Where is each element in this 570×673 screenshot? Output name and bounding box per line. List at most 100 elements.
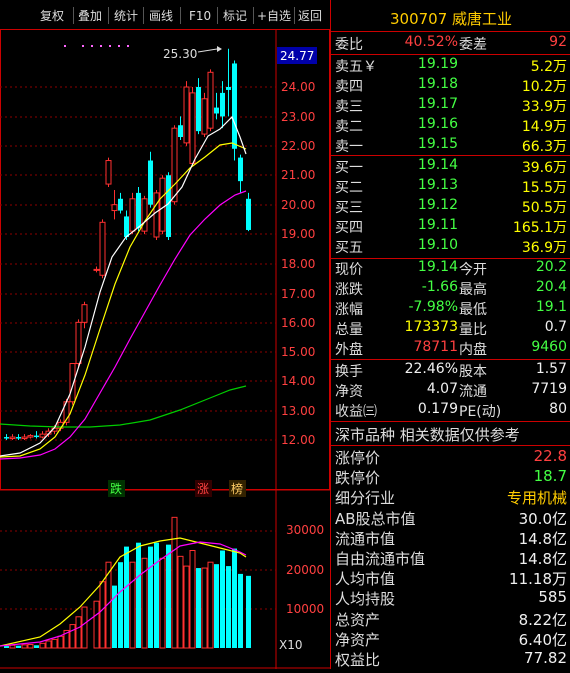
- quote-stat-row: 现价 19.14 今开 20.2: [331, 259, 570, 279]
- price-tick: 19.00: [281, 227, 315, 241]
- detail-value: 30.0亿: [518, 509, 567, 528]
- mark-button[interactable]: 标记: [223, 7, 247, 25]
- volume-bar: [196, 568, 201, 648]
- price-tick: 15.00: [281, 345, 315, 359]
- stock-code-name[interactable]: 300707 威唐工业: [331, 8, 570, 29]
- finance-value: 1.57: [535, 361, 567, 377]
- volume-bar: [69, 624, 76, 649]
- draw-line-button[interactable]: 画线: [149, 7, 173, 25]
- detail-row: 人均持股 585: [331, 588, 570, 608]
- detail-row: 人均市值 11.18万: [331, 568, 570, 588]
- finance-value: 22.46%: [404, 361, 458, 377]
- sell-price: 19.19: [417, 56, 458, 72]
- volume-bar: [45, 640, 52, 649]
- sell-level-row[interactable]: 卖四 19.18 10.2万: [331, 76, 570, 96]
- sell-volume: 14.9万: [521, 119, 567, 135]
- volume-bar: [93, 600, 100, 649]
- volume-bar: [124, 546, 129, 648]
- event-dots: [64, 45, 129, 47]
- candle-body: [16, 437, 21, 439]
- overlay-button[interactable]: 叠加: [78, 7, 102, 25]
- sell-level-row[interactable]: 卖二 19.16 14.9万: [331, 116, 570, 136]
- detail-row: 净资产 6.40亿: [331, 629, 570, 649]
- buy-level-row[interactable]: 买五 19.10 36.9万: [331, 237, 570, 257]
- price-tick: 20.00: [281, 198, 315, 212]
- kline-svg: 24.77 24.00 23.00 22.00 21.00 20.00 19.0…: [0, 29, 330, 669]
- sell-price: 19.17: [417, 96, 458, 112]
- finance-row: 收益㈢ 0.179 PE(动) 80: [331, 401, 570, 421]
- buy-level-row[interactable]: 买二 19.13 15.5万: [331, 177, 570, 197]
- detail-row: 总资产 8.22亿: [331, 609, 570, 629]
- candle-body: [220, 92, 225, 117]
- sell-level-row[interactable]: 卖一 19.15 66.3万: [331, 136, 570, 156]
- finance-value: 80: [549, 401, 567, 417]
- sell-level-label: 卖一: [335, 139, 363, 155]
- finance-label: 股本: [459, 364, 487, 380]
- buy-level-label: 买二: [335, 180, 363, 196]
- buy-price: 19.14: [417, 157, 458, 173]
- detail-value: 14.8亿: [518, 529, 567, 548]
- stat-value: -7.98%: [408, 299, 458, 315]
- candle-body: [27, 435, 34, 438]
- candle-body: [178, 125, 183, 138]
- add-favorite-button[interactable]: +自选: [257, 7, 291, 25]
- buy-price: 19.13: [417, 177, 458, 193]
- volume-bar: [154, 542, 159, 648]
- detail-label: AB股总市值: [335, 509, 416, 528]
- candle-body: [183, 86, 190, 144]
- detail-value: 6.40亿: [518, 630, 567, 649]
- statistics-button[interactable]: 统计: [114, 7, 138, 25]
- detail-row: 权益比 77.82: [331, 649, 570, 669]
- sell-level-row[interactable]: 卖三 19.17 33.9万: [331, 96, 570, 116]
- price-tick: 24.00: [281, 80, 315, 94]
- detail-value: 585: [538, 588, 567, 607]
- stat-label: 最高: [459, 282, 487, 298]
- quote-stat-row: 外盘 78711 内盘 9460: [331, 339, 570, 359]
- candle-body: [93, 268, 100, 271]
- stat-label: 涨跌: [335, 282, 363, 298]
- detail-label: 人均持股: [335, 590, 396, 609]
- stat-label: 量比: [459, 322, 487, 338]
- section-title: 深市品种 相关数据仅供参考: [335, 426, 520, 444]
- candle-body: [201, 98, 208, 135]
- high-price-label: 25.30: [163, 47, 197, 61]
- stat-label: 总量: [335, 322, 363, 338]
- buy-price: 19.11: [417, 217, 458, 233]
- stat-label: 涨幅: [335, 302, 363, 318]
- buy-level-row[interactable]: 买四 19.11 165.1万: [331, 217, 570, 237]
- finance-value: 4.07: [426, 381, 458, 397]
- back-button[interactable]: 返回: [298, 7, 322, 25]
- sell-price: 19.18: [417, 76, 458, 92]
- f10-button[interactable]: F10: [189, 7, 211, 25]
- volume-bar: [183, 565, 190, 649]
- volume-bar: [9, 644, 16, 649]
- candle-body: [9, 436, 16, 440]
- sell-level-row[interactable]: 卖五￥ 19.19 5.2万: [331, 56, 570, 76]
- detail-value: 8.22亿: [518, 610, 567, 629]
- restore-rights-button[interactable]: 复权: [40, 7, 64, 25]
- ranking-marker: 榜: [231, 481, 243, 496]
- sell-level-label: 卖三: [335, 99, 363, 115]
- kline-chart[interactable]: 24.77 24.00 23.00 22.00 21.00 20.00 19.0…: [0, 29, 330, 669]
- price-tick: 18.00: [281, 257, 315, 271]
- buy-level-row[interactable]: 买三 19.12 50.5万: [331, 197, 570, 217]
- detail-row: AB股总市值 30.0亿: [331, 508, 570, 528]
- candle-body: [141, 198, 148, 232]
- buy-level-label: 买四: [335, 220, 363, 236]
- volume-bar: [118, 562, 123, 648]
- stat-label: 最低: [459, 302, 487, 318]
- detail-value: 11.18万: [509, 570, 567, 589]
- volume-bar: [177, 555, 184, 649]
- price-tick: 17.00: [281, 287, 315, 301]
- sell-level-label: 卖五￥: [335, 59, 377, 75]
- buy-level-row[interactable]: 买一 19.14 39.6万: [331, 157, 570, 177]
- stat-value: 20.2: [535, 259, 567, 275]
- stat-label: 现价: [335, 262, 363, 278]
- volume-bar: [148, 546, 153, 648]
- candle-body: [34, 435, 39, 438]
- sell-level-label: 卖二: [335, 119, 363, 135]
- finance-label: 净资: [335, 384, 363, 400]
- detail-label: 权益比: [335, 651, 381, 669]
- finance-value: 7719: [531, 381, 567, 397]
- volume-bar: [51, 638, 58, 649]
